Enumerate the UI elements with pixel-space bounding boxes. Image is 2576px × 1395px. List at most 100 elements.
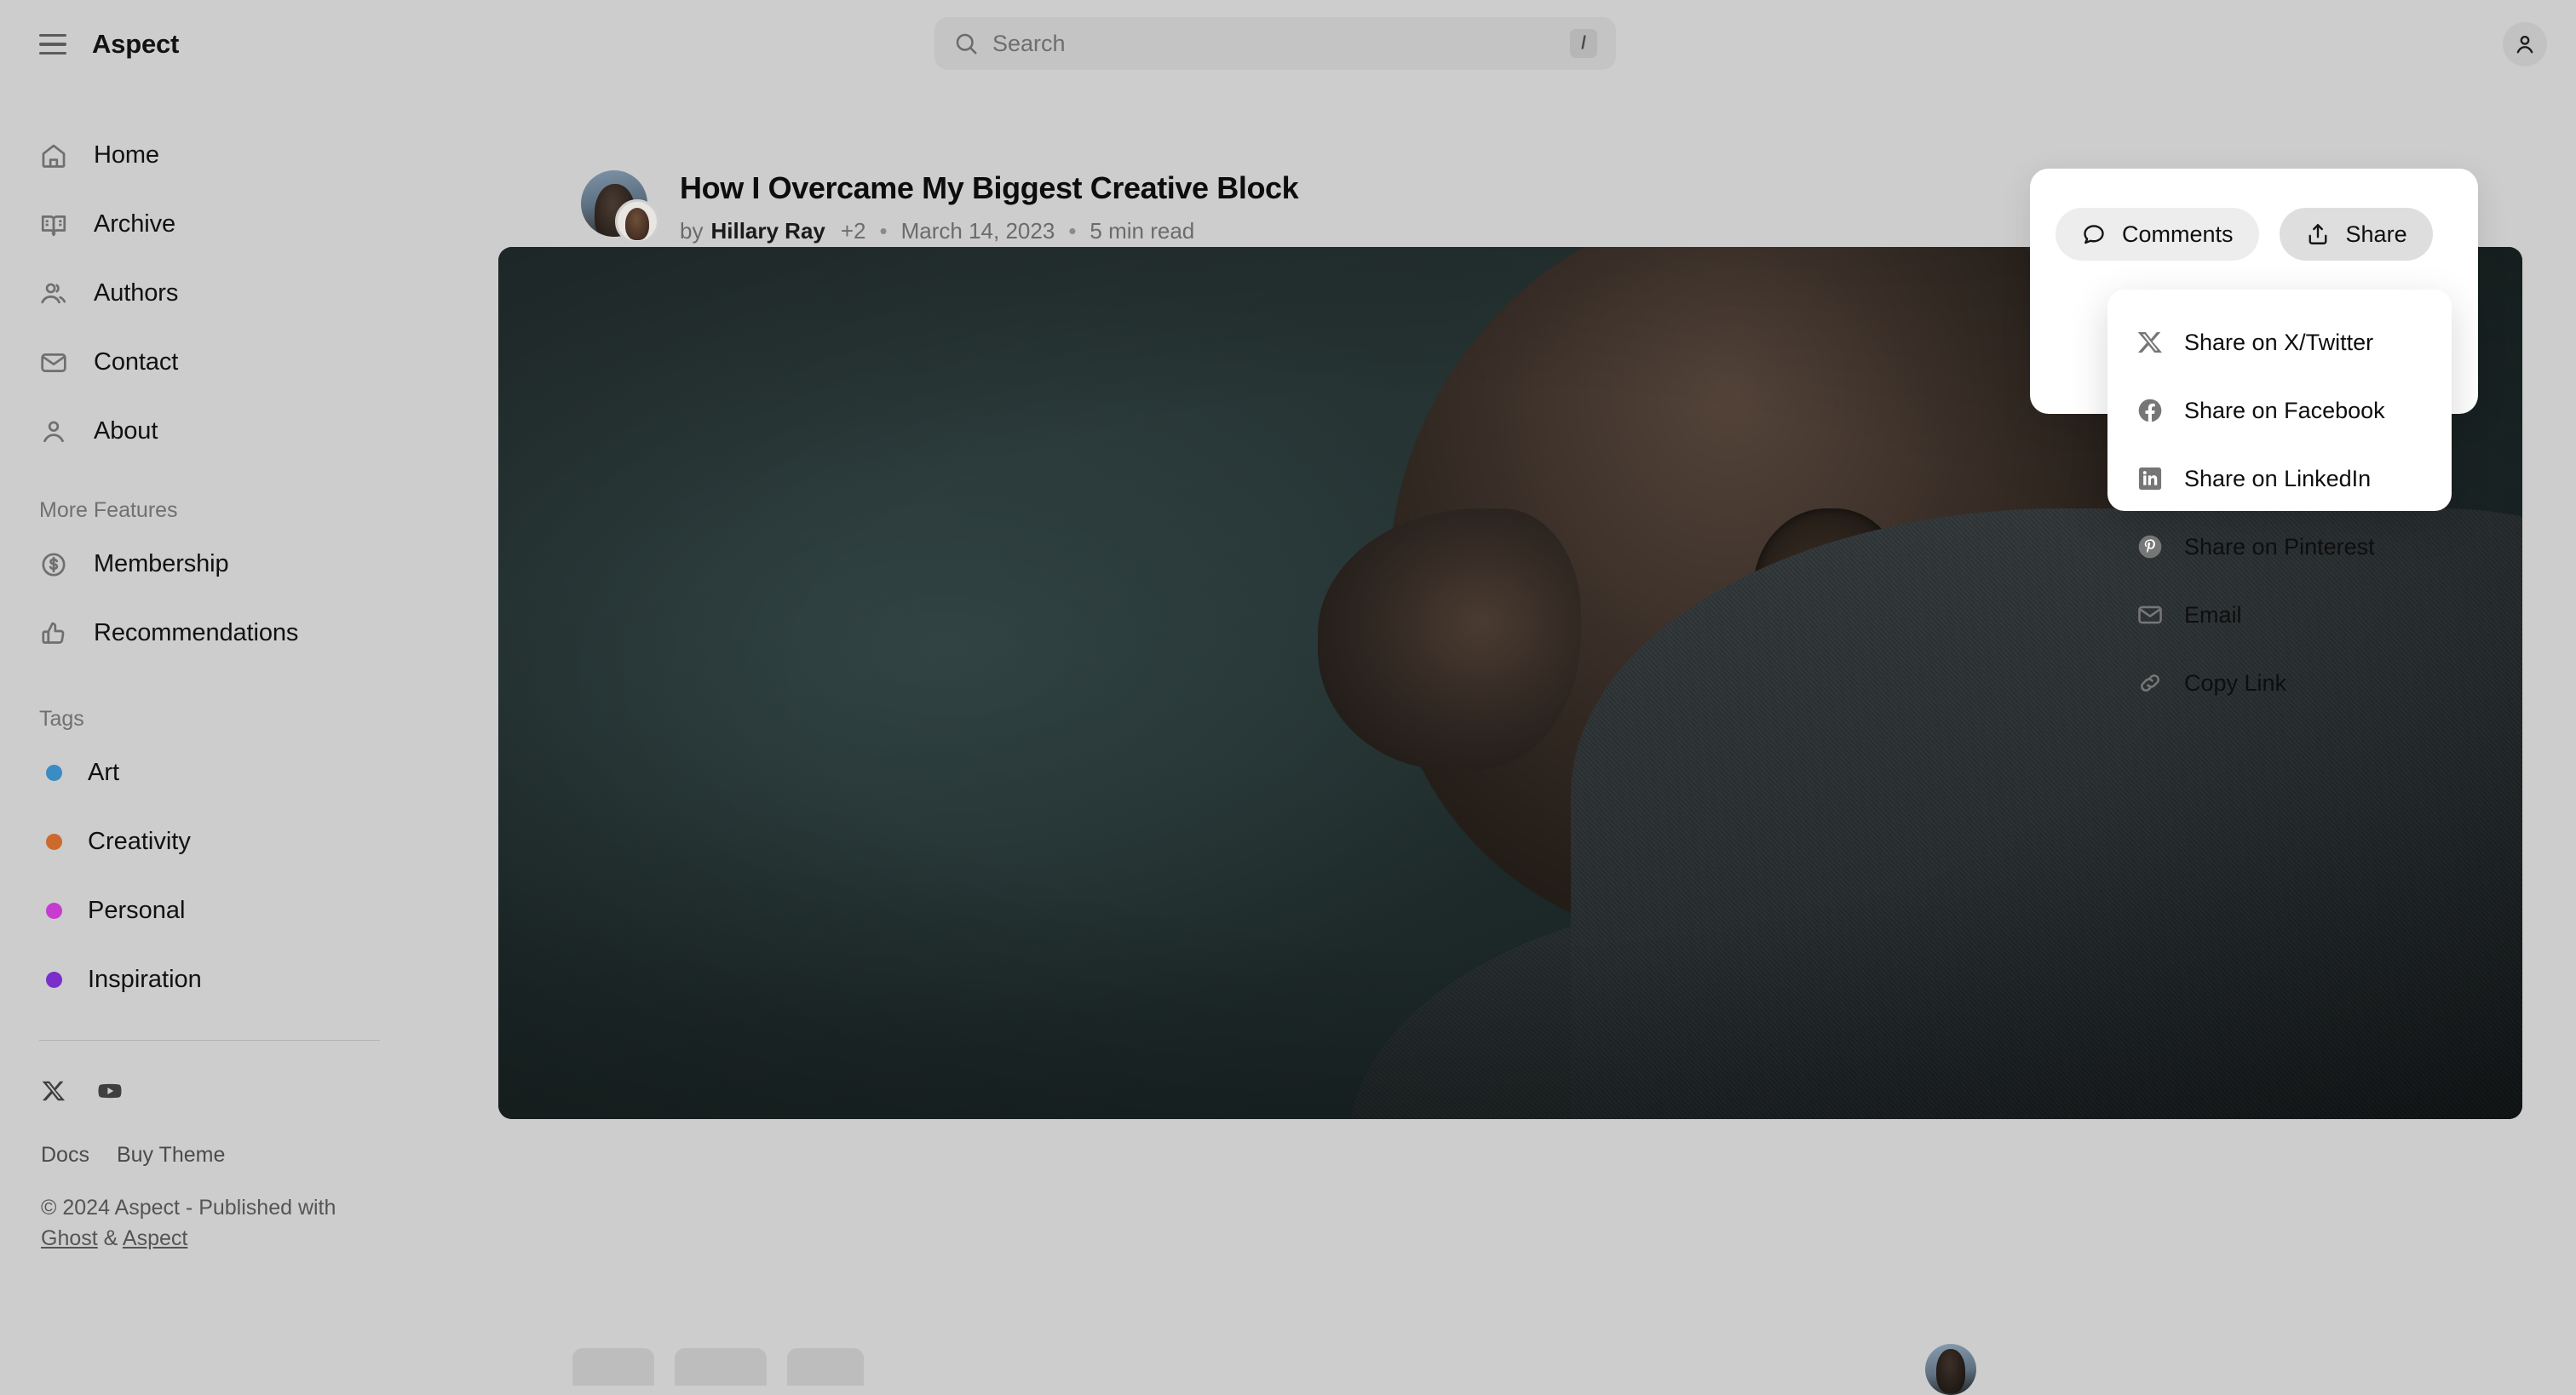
sidebar-item-label: Archive (94, 210, 175, 238)
sidebar-item-about[interactable]: About (39, 397, 459, 466)
linkedin-icon (2136, 465, 2164, 492)
below-fold-avatar (1925, 1344, 1976, 1395)
comment-bubble-icon (2081, 221, 2107, 247)
meta-separator: • (1068, 218, 1077, 244)
social-links (39, 1078, 459, 1104)
sidebar-item-label: About (94, 417, 158, 445)
share-menu-item-label: Share on LinkedIn (2184, 465, 2372, 491)
search-icon (953, 31, 979, 56)
article-meta: by Hillary Ray +2 • March 14, 2023 • 5 m… (680, 218, 1298, 244)
meta-author[interactable]: Hillary Ray (710, 218, 825, 244)
sidebar-item-authors[interactable]: Authors (39, 259, 459, 328)
article-actions-row: Comments Share (2056, 208, 2433, 261)
sidebar-item-label: Authors (94, 279, 179, 307)
top-bar: Aspect Search / (0, 0, 2576, 100)
sidebar: Home Archive Authors Contact About More … (0, 100, 498, 1364)
author-avatars[interactable] (581, 170, 659, 245)
tag-color-dot (46, 903, 62, 919)
footer-links: Docs Buy Theme (39, 1143, 459, 1168)
below-fold-tag-pills (572, 1348, 864, 1386)
sidebar-item-label: Contact (94, 348, 179, 376)
tag-label: Art (88, 759, 120, 786)
x-twitter-icon (2136, 329, 2164, 356)
share-menu-item-facebook[interactable]: Share on Facebook (2107, 376, 2452, 445)
copyright-middle: & (97, 1226, 123, 1250)
sidebar-item-home[interactable]: Home (39, 121, 459, 190)
search-shortcut-badge: / (1570, 29, 1597, 58)
tag-label: Creativity (88, 828, 191, 855)
share-button[interactable]: Share (2279, 208, 2433, 261)
meta-date: March 14, 2023 (900, 218, 1055, 244)
comments-button[interactable]: Comments (2056, 208, 2259, 261)
brand-title[interactable]: Aspect (92, 29, 179, 60)
tag-label: Inspiration (88, 966, 202, 993)
sidebar-item-recommendations[interactable]: Recommendations (39, 599, 459, 668)
mail-icon (2136, 601, 2164, 629)
avatar-secondary (615, 199, 659, 244)
sidebar-item-label: Membership (94, 550, 229, 577)
user-icon (39, 417, 68, 446)
share-menu-item-label: Email (2184, 601, 2242, 628)
sidebar-tag-personal[interactable]: Personal (39, 876, 459, 945)
hamburger-icon[interactable] (39, 34, 66, 55)
sidebar-tag-creativity[interactable]: Creativity (39, 807, 459, 876)
meta-by-label: by (680, 218, 704, 244)
share-menu-item-label: Share on Facebook (2184, 397, 2385, 423)
share-upload-icon (2305, 221, 2331, 247)
more-features-heading: More Features (39, 498, 178, 522)
sidebar-divider (39, 1040, 380, 1041)
sidebar-item-label: Home (94, 141, 159, 169)
sidebar-item-archive[interactable]: Archive (39, 190, 459, 259)
tag-color-dot (46, 834, 62, 850)
search-input[interactable]: Search / (934, 17, 1616, 70)
copyright-text: © 2024 Aspect - Published with Ghost & A… (39, 1193, 380, 1254)
meta-extra-authors[interactable]: +2 (841, 218, 866, 244)
tags-heading: Tags (39, 707, 84, 731)
link-icon (2136, 669, 2164, 697)
page-title: How I Overcame My Biggest Creative Block (680, 170, 1299, 205)
meta-read-time: 5 min read (1090, 218, 1195, 244)
book-open-icon (39, 210, 68, 239)
tag-pill[interactable] (572, 1348, 654, 1386)
share-menu-item-label: Share on Pinterest (2184, 533, 2375, 560)
youtube-icon[interactable] (97, 1078, 123, 1104)
users-icon (39, 279, 68, 308)
facebook-icon (2136, 397, 2164, 424)
sidebar-item-label: Recommendations (94, 619, 299, 646)
mail-icon (39, 348, 68, 377)
sidebar-tag-art[interactable]: Art (39, 738, 459, 807)
meta-separator: • (879, 218, 888, 244)
share-menu-item-label: Copy Link (2184, 669, 2287, 696)
brand-block: Aspect (39, 29, 179, 60)
sidebar-item-membership[interactable]: Membership (39, 530, 459, 599)
tag-color-dot (46, 972, 62, 988)
footer-link-buy-theme[interactable]: Buy Theme (117, 1143, 225, 1168)
share-menu-item-pinterest[interactable]: Share on Pinterest (2107, 513, 2452, 581)
dollar-circle-icon (39, 550, 68, 579)
account-button[interactable] (2503, 22, 2547, 66)
share-menu-item-linkedin[interactable]: Share on LinkedIn (2107, 445, 2452, 513)
share-menu-item-label: Share on X/Twitter (2184, 329, 2374, 355)
tag-pill[interactable] (675, 1348, 767, 1386)
share-dropdown-menu: Share on X/Twitter Share on Facebook Sha… (2107, 290, 2452, 696)
user-icon (2516, 35, 2533, 54)
tag-color-dot (46, 765, 62, 781)
footer-link-docs[interactable]: Docs (41, 1143, 89, 1168)
copyright-link-ghost[interactable]: Ghost (41, 1226, 98, 1250)
thumbs-up-icon (39, 619, 68, 648)
pinterest-icon (2136, 533, 2164, 560)
search-placeholder: Search (992, 30, 1066, 56)
article-header: How I Overcame My Biggest Creative Block… (581, 170, 1299, 245)
share-button-label: Share (2345, 221, 2407, 247)
sidebar-tag-inspiration[interactable]: Inspiration (39, 945, 459, 1014)
x-twitter-icon[interactable] (41, 1078, 66, 1104)
sidebar-item-contact[interactable]: Contact (39, 328, 459, 397)
share-menu-item-x-twitter[interactable]: Share on X/Twitter (2107, 308, 2452, 376)
tag-label: Personal (88, 897, 186, 924)
comments-button-label: Comments (2122, 221, 2234, 247)
share-menu-item-copy-link[interactable]: Copy Link (2107, 649, 2452, 717)
share-menu-item-email[interactable]: Email (2107, 581, 2452, 649)
tag-pill[interactable] (787, 1348, 864, 1386)
copyright-link-aspect[interactable]: Aspect (123, 1226, 187, 1250)
home-icon (39, 141, 68, 170)
